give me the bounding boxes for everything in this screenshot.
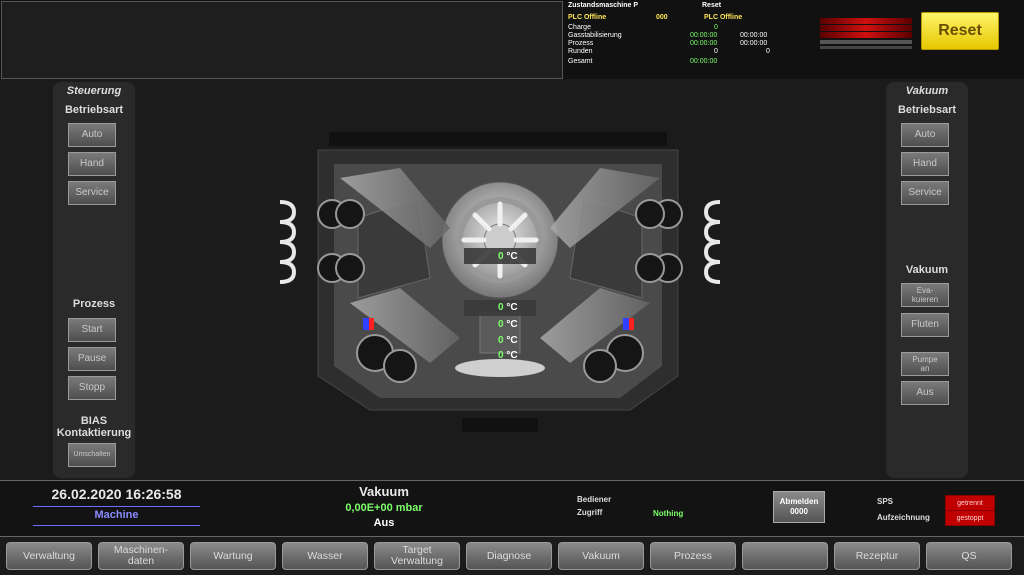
evakuieren-line2: kuieren bbox=[911, 295, 939, 304]
steuerung-title: Steuerung bbox=[66, 85, 122, 97]
nav-maschinendaten[interactable]: Maschinen- daten bbox=[98, 542, 184, 570]
temperature-readout: 0 °C bbox=[498, 302, 518, 313]
temperature-unit: °C bbox=[506, 302, 518, 313]
pause-button[interactable]: Pause bbox=[68, 347, 116, 371]
row-value-a: 00:00:00 bbox=[690, 58, 718, 65]
betriebsart-label: Betriebsart bbox=[897, 104, 957, 116]
start-button[interactable]: Start bbox=[68, 318, 116, 342]
row-label: Gesamt bbox=[568, 58, 593, 65]
nav-qs[interactable]: QS bbox=[926, 542, 1012, 570]
nav-verwaltung[interactable]: Verwaltung bbox=[6, 542, 92, 570]
vakuum-status-title: Vakuum bbox=[359, 484, 409, 499]
prozess-label: Prozess bbox=[72, 298, 116, 310]
nav-target-verwaltung[interactable]: Target Verwaltung bbox=[374, 542, 460, 570]
state-machine-panel: Zustandsmaschine P Reset PLC Offline 000… bbox=[564, 0, 778, 79]
reset-button[interactable]: Reset bbox=[921, 12, 999, 50]
temperature-unit: °C bbox=[506, 350, 518, 361]
stopp-button[interactable]: Stopp bbox=[68, 376, 116, 400]
sps-status-badge: getrennt bbox=[945, 495, 995, 511]
service-button[interactable]: Service bbox=[901, 181, 949, 205]
hand-button[interactable]: Hand bbox=[901, 152, 949, 176]
hand-button[interactable]: Hand bbox=[68, 152, 116, 176]
reset-title: Reset bbox=[702, 2, 722, 9]
pumpe-an-button[interactable]: Pumpe an bbox=[901, 352, 949, 376]
zugriff-label: Zugriff bbox=[577, 508, 603, 517]
state-title: Zustandsmaschine P bbox=[568, 2, 639, 9]
sps-label: SPS bbox=[877, 497, 894, 506]
row-label: Runden bbox=[568, 48, 593, 55]
machine-label: Machine bbox=[94, 509, 139, 521]
abmelden-code: 0000 bbox=[790, 507, 808, 516]
zugriff-value: Nothing bbox=[653, 509, 684, 518]
divider bbox=[33, 506, 200, 507]
bias-label: BIAS bbox=[80, 415, 108, 427]
chamber-diagram bbox=[279, 132, 721, 432]
aufzeichnung-label: Aufzeichnung bbox=[877, 513, 930, 522]
temperature-readout: 0 °C bbox=[498, 335, 518, 346]
vakuum-label: Vakuum bbox=[905, 264, 949, 276]
nav-diagnose[interactable]: Diagnose bbox=[466, 542, 552, 570]
auto-button[interactable]: Auto bbox=[68, 123, 116, 147]
nav-wartung[interactable]: Wartung bbox=[190, 542, 276, 570]
plc-status-right: PLC Offline bbox=[704, 14, 743, 21]
plc-status-left: PLC Offline bbox=[568, 14, 607, 21]
temperature-unit: °C bbox=[506, 335, 518, 346]
nav-rezeptur[interactable]: Rezeptur bbox=[834, 542, 920, 570]
auto-button[interactable]: Auto bbox=[901, 123, 949, 147]
umschalten-button[interactable]: Umschalten bbox=[68, 443, 116, 467]
temperature-unit: °C bbox=[506, 251, 518, 262]
datetime: 26.02.2020 16:26:58 bbox=[51, 486, 182, 502]
alarm-indicator-bars bbox=[820, 18, 912, 49]
pressure-readout: 0,00E+00 mbar bbox=[345, 502, 423, 514]
divider bbox=[33, 525, 200, 526]
nav-wasser[interactable]: Wasser bbox=[282, 542, 368, 570]
plc-status-left-value: 000 bbox=[656, 14, 668, 21]
temperature-value: 0 bbox=[498, 251, 504, 262]
aufzeichnung-status-badge: gestoppt bbox=[945, 510, 995, 526]
service-button[interactable]: Service bbox=[68, 181, 116, 205]
pumpe-line1: Pumpe bbox=[912, 355, 938, 364]
row-value-b: 00:00:00 bbox=[740, 40, 768, 47]
steuerung-panel: Steuerung Betriebsart Auto Hand Service … bbox=[53, 82, 135, 478]
kontaktierung-label: Kontaktierung bbox=[56, 427, 132, 439]
vakuum-panel-title: Vakuum bbox=[905, 85, 949, 97]
temperature-unit: °C bbox=[506, 319, 518, 330]
temperature-value: 0 bbox=[498, 302, 504, 313]
row-value-a: 0 bbox=[714, 48, 718, 55]
vakuum-state: Aus bbox=[373, 517, 395, 529]
vakuum-panel: Vakuum Betriebsart Auto Hand Service Vak… bbox=[886, 82, 968, 478]
temperature-value: 0 bbox=[498, 350, 504, 361]
bediener-label: Bediener bbox=[577, 495, 612, 504]
pumpe-line2: an bbox=[920, 364, 930, 373]
row-value-b: 0 bbox=[766, 48, 770, 55]
temperature-readout: 0 °C bbox=[498, 319, 518, 330]
abmelden-button[interactable]: Abmelden 0000 bbox=[773, 491, 825, 523]
temperature-value: 0 bbox=[498, 319, 504, 330]
aus-button[interactable]: Aus bbox=[901, 381, 949, 405]
fluten-button[interactable]: Fluten bbox=[901, 313, 949, 337]
temperature-readout: 0 °C bbox=[498, 251, 518, 262]
abmelden-label: Abmelden bbox=[779, 497, 819, 506]
temperature-readout: 0 °C bbox=[498, 350, 518, 361]
evakuieren-line1: Eva- bbox=[916, 286, 934, 295]
evakuieren-button[interactable]: Eva- kuieren bbox=[901, 283, 949, 307]
message-box bbox=[1, 1, 563, 79]
nav-empty[interactable] bbox=[742, 542, 828, 570]
temperature-value: 0 bbox=[498, 335, 504, 346]
nav-vakuum[interactable]: Vakuum bbox=[558, 542, 644, 570]
nav-prozess[interactable]: Prozess bbox=[650, 542, 736, 570]
betriebsart-label: Betriebsart bbox=[64, 104, 124, 116]
